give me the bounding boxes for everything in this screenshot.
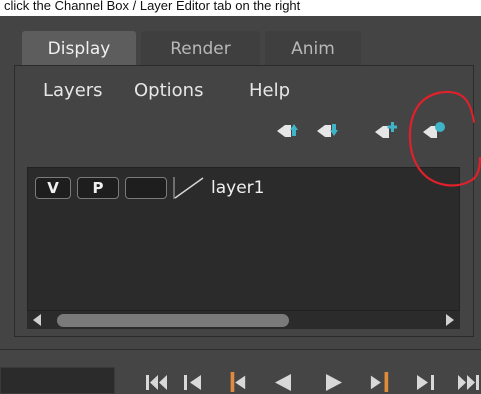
step-forward-key-icon[interactable]: [415, 372, 435, 392]
time-field[interactable]: [0, 367, 115, 394]
scroll-thumb[interactable]: [57, 314, 289, 327]
tab-anim[interactable]: Anim: [265, 31, 361, 65]
move-layer-down-icon[interactable]: [317, 121, 339, 139]
go-to-end-icon[interactable]: [457, 372, 479, 392]
play-backwards-icon[interactable]: [272, 372, 292, 392]
step-forward-frame-icon[interactable]: [368, 372, 392, 392]
menu-help[interactable]: Help: [249, 76, 290, 106]
menu-options[interactable]: Options: [134, 76, 203, 106]
playback-toggle-button[interactable]: P: [77, 177, 119, 199]
scroll-right-icon[interactable]: [445, 314, 455, 326]
move-layer-up-icon[interactable]: [277, 121, 299, 139]
layer-name[interactable]: layer1: [211, 176, 264, 200]
scroll-left-icon[interactable]: [32, 314, 42, 326]
tab-render[interactable]: Render: [141, 31, 260, 65]
layer-color-swatch[interactable]: [173, 177, 207, 199]
horizontal-scrollbar[interactable]: [27, 311, 460, 329]
display-type-button[interactable]: [125, 177, 167, 199]
instruction-caption: click the Channel Box / Layer Editor tab…: [0, 0, 481, 16]
visibility-toggle-button[interactable]: V: [35, 177, 71, 199]
create-empty-layer-icon[interactable]: [375, 121, 398, 139]
go-to-start-icon[interactable]: [146, 372, 168, 392]
annotation-circle: [408, 90, 481, 187]
menu-layers[interactable]: Layers: [43, 76, 103, 106]
play-forwards-icon[interactable]: [324, 372, 344, 392]
tab-display[interactable]: Display: [22, 31, 136, 65]
layer-row[interactable]: V P layer1: [35, 176, 415, 200]
layer-list: V P layer1: [27, 167, 460, 311]
playback-bar: [0, 349, 481, 394]
step-back-frame-icon[interactable]: [226, 372, 248, 392]
step-back-key-icon[interactable]: [183, 372, 203, 392]
